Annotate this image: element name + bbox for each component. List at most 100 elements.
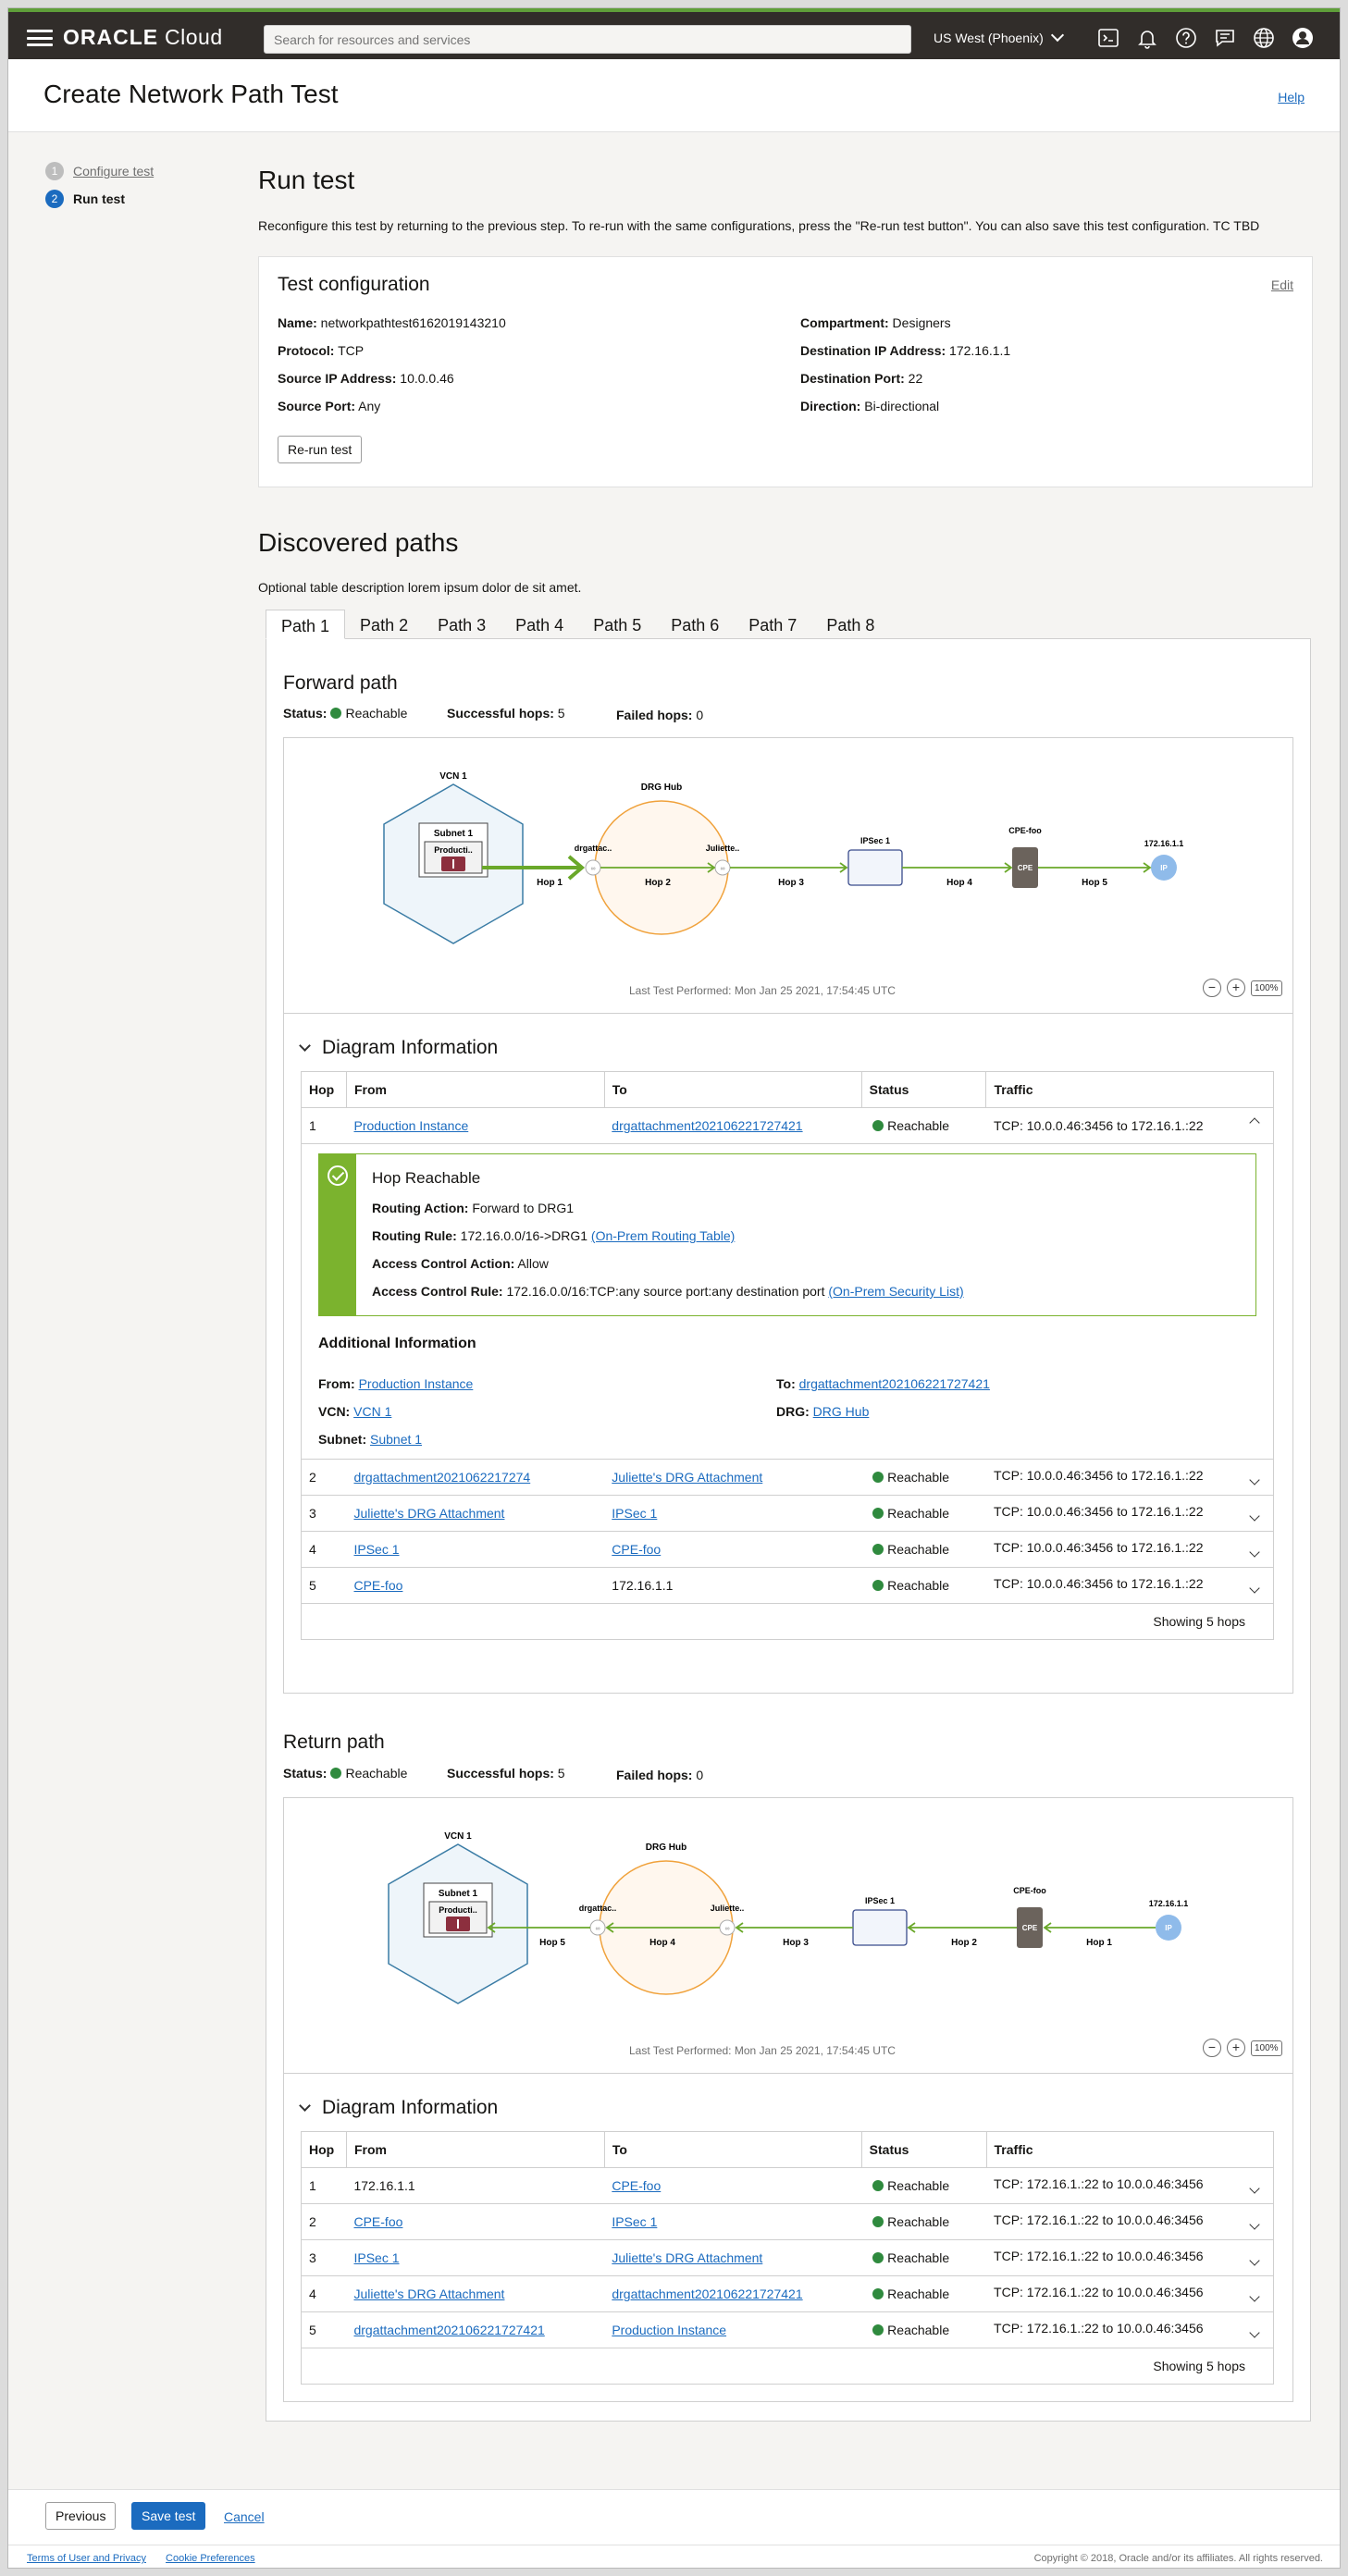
- table-row[interactable]: 2 drgattachment2021062217274 Juliette's …: [301, 1459, 1274, 1496]
- hop-from-link[interactable]: Juliette's DRG Attachment: [353, 2286, 504, 2301]
- routing-table-link[interactable]: (On-Prem Routing Table): [591, 1228, 735, 1243]
- table-row[interactable]: 5 drgattachment202106221727421 Productio…: [301, 2311, 1275, 2348]
- ipsec-node[interactable]: [852, 1909, 908, 1946]
- subnet-label: Subnet 1: [439, 1889, 478, 1899]
- hop-to-link[interactable]: IPSec 1: [612, 2214, 657, 2229]
- hop-from-link[interactable]: CPE-foo: [353, 1578, 402, 1593]
- chevron-down-icon[interactable]: [1249, 1474, 1260, 1485]
- subnet-link[interactable]: Subnet 1: [370, 1432, 422, 1447]
- tab-path-7[interactable]: Path 7: [734, 610, 811, 639]
- tab-path-2[interactable]: Path 2: [345, 610, 423, 639]
- chevron-down-icon[interactable]: [1249, 1547, 1260, 1558]
- cancel-link[interactable]: Cancel: [224, 2509, 265, 2524]
- drg-link[interactable]: DRG Hub: [813, 1404, 870, 1419]
- reachable-status-icon: [872, 2180, 884, 2191]
- hop-from-link[interactable]: IPSec 1: [353, 1542, 399, 1557]
- edit-configuration-link[interactable]: Edit: [1271, 277, 1293, 292]
- menu-icon[interactable]: [27, 30, 53, 46]
- hop-from-link[interactable]: IPSec 1: [353, 2250, 399, 2265]
- vcn-label: VCN 1: [444, 1831, 472, 1842]
- forward-status: Status: Reachable: [283, 706, 408, 721]
- table-row[interactable]: 4 IPSec 1 CPE-foo Reachable TCP: 10.0.0.…: [301, 1531, 1274, 1568]
- step-configure-test[interactable]: 1 Configure test: [45, 162, 154, 180]
- help-icon[interactable]: [1175, 27, 1197, 49]
- hop-from-link[interactable]: Juliette's DRG Attachment: [353, 1506, 504, 1521]
- reachable-status-icon: [872, 1472, 884, 1483]
- hop-from-link[interactable]: Production Instance: [353, 1118, 468, 1133]
- terms-privacy-link[interactable]: Terms of User and Privacy: [27, 2553, 146, 2564]
- hop-from-link[interactable]: drgattachment202106221727421: [353, 2323, 544, 2337]
- hop-to-link[interactable]: CPE-foo: [612, 1542, 661, 1557]
- hop-from-link[interactable]: drgattachment2021062217274: [353, 1470, 530, 1485]
- hop-to-link[interactable]: IPSec 1: [612, 1506, 657, 1521]
- hop-label: Hop 3: [778, 878, 804, 888]
- vcn-link[interactable]: VCN 1: [353, 1404, 391, 1419]
- table-row[interactable]: 3 Juliette's DRG Attachment IPSec 1 Reac…: [301, 1495, 1274, 1532]
- column-header: Hop: [301, 1071, 347, 1108]
- return-last-test-timestamp: Last Test Performed: Mon Jan 25 2021, 17…: [629, 2044, 896, 2057]
- discovered-paths-heading: Discovered paths: [258, 528, 459, 557]
- tab-path-8[interactable]: Path 8: [811, 610, 889, 639]
- tab-path-1[interactable]: Path 1: [266, 610, 346, 639]
- ipsec-node[interactable]: [847, 849, 903, 886]
- table-row[interactable]: 4 Juliette's DRG Attachment drgattachmen…: [301, 2275, 1275, 2312]
- hop-to-link[interactable]: drgattachment202106221727421: [612, 2286, 802, 2301]
- language-globe-icon[interactable]: [1253, 27, 1275, 49]
- cloud-shell-icon[interactable]: [1097, 27, 1119, 49]
- chevron-down-icon[interactable]: [1249, 2327, 1260, 2338]
- table-row[interactable]: 5 CPE-foo 172.16.1.1 Reachable TCP: 10.0…: [301, 1567, 1274, 1604]
- zoom-out-icon[interactable]: −: [1203, 979, 1221, 997]
- region-selector[interactable]: US West (Phoenix): [934, 28, 1064, 45]
- zoom-in-icon[interactable]: +: [1227, 2039, 1245, 2057]
- return-diagram-info-toggle[interactable]: Diagram Information: [299, 2097, 498, 2119]
- chevron-down-icon[interactable]: [1249, 2255, 1260, 2266]
- tab-path-6[interactable]: Path 6: [656, 610, 734, 639]
- rerun-test-button[interactable]: Re-run test: [278, 436, 363, 463]
- chevron-up-icon[interactable]: [1249, 1117, 1260, 1128]
- zoom-out-icon[interactable]: −: [1203, 2039, 1221, 2057]
- forward-path-diagram[interactable]: VCN 1 Subnet 1 Producti.. DRG Hub ∞ drga…: [284, 738, 1292, 1016]
- zoom-level[interactable]: 100%: [1251, 2040, 1282, 2056]
- help-link[interactable]: Help: [1278, 90, 1305, 105]
- tab-path-4[interactable]: Path 4: [501, 610, 578, 639]
- return-path-diagram[interactable]: VCN 1 Subnet 1 Producti.. DRG Hub ∞ drga…: [284, 1798, 1292, 2076]
- additional-vcn: VCN: VCN 1: [318, 1404, 392, 1419]
- drg-attachment-label: drgattac..: [575, 844, 612, 853]
- zoom-level[interactable]: 100%: [1251, 980, 1282, 996]
- table-row[interactable]: 1 172.16.1.1 CPE-foo Reachable TCP: 172.…: [301, 2167, 1275, 2204]
- table-row[interactable]: 1 Production Instance drgattachment20210…: [301, 1107, 1274, 1144]
- chevron-down-icon[interactable]: [1249, 2183, 1260, 2194]
- access-control-action: Access Control Action: Allow: [372, 1256, 549, 1271]
- chevron-down-icon[interactable]: [1249, 2291, 1260, 2302]
- oracle-cloud-logo[interactable]: ORACLE Cloud: [63, 25, 223, 50]
- feedback-chat-icon[interactable]: [1214, 27, 1236, 49]
- from-instance-link[interactable]: Production Instance: [359, 1376, 474, 1391]
- tab-path-5[interactable]: Path 5: [578, 610, 656, 639]
- chevron-down-icon[interactable]: [1249, 1583, 1260, 1594]
- hop-to-link[interactable]: drgattachment20210622172742​1: [612, 1118, 802, 1133]
- chevron-down-icon: [1050, 28, 1064, 43]
- tab-path-3[interactable]: Path 3: [423, 610, 501, 639]
- save-test-button[interactable]: Save test: [131, 2502, 206, 2530]
- svg-text:IP: IP: [1160, 864, 1168, 872]
- hop-to-link[interactable]: CPE-foo: [612, 2178, 661, 2193]
- chevron-down-icon[interactable]: [1249, 2219, 1260, 2230]
- chevron-down-icon[interactable]: [1249, 1510, 1260, 1522]
- notification-bell-icon[interactable]: [1136, 27, 1158, 49]
- column-header: To: [603, 1071, 862, 1108]
- search-input[interactable]: [264, 25, 911, 54]
- hop-to-link[interactable]: Juliette's DRG Attachment: [612, 1470, 762, 1485]
- zoom-in-icon[interactable]: +: [1227, 979, 1245, 997]
- hop-from-link[interactable]: CPE-foo: [353, 2214, 402, 2229]
- user-avatar-icon[interactable]: [1292, 27, 1314, 49]
- table-row[interactable]: 2 CPE-foo IPSec 1 Reachable TCP: 172.16.…: [301, 2203, 1275, 2240]
- hop-label: Hop 4: [649, 1938, 675, 1948]
- security-list-link[interactable]: (On-Prem Security List): [828, 1284, 963, 1299]
- previous-button[interactable]: Previous: [45, 2502, 117, 2530]
- cookie-preferences-link[interactable]: Cookie Preferences: [166, 2553, 255, 2564]
- forward-diagram-info-toggle[interactable]: Diagram Information: [299, 1037, 498, 1059]
- hop-to-link[interactable]: Production Instance: [612, 2323, 726, 2337]
- to-attachment-link[interactable]: drgattachment202106221727421: [799, 1376, 990, 1391]
- hop-to-link[interactable]: Juliette's DRG Attachment: [612, 2250, 762, 2265]
- table-row[interactable]: 3 IPSec 1 Juliette's DRG Attachment Reac…: [301, 2239, 1275, 2276]
